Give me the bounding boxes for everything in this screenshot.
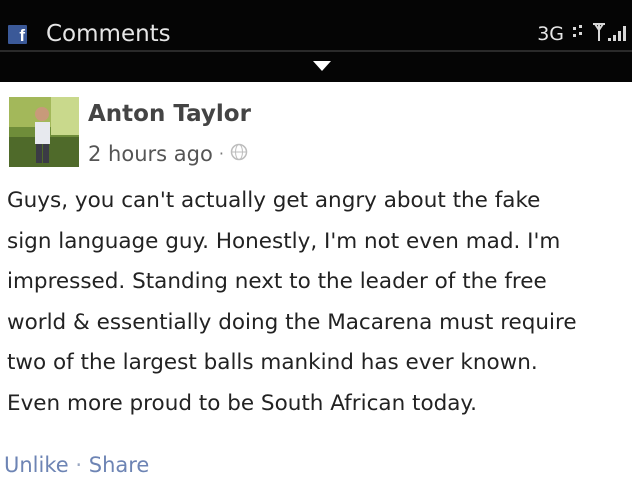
unlike-link[interactable]: Unlike: [4, 453, 69, 477]
data-transfer-icon: [572, 24, 584, 44]
post-meta: 2 hours ago ·: [88, 140, 248, 168]
share-link[interactable]: Share: [89, 453, 150, 477]
screen-title: Comments: [46, 21, 171, 47]
chevron-down-icon[interactable]: [313, 61, 331, 71]
avatar[interactable]: [9, 97, 79, 167]
meta-separator: ·: [218, 144, 224, 163]
signal-strength-icon: [592, 21, 630, 47]
status-area: 3G: [537, 20, 630, 48]
facebook-icon: f: [8, 25, 27, 44]
top-bar: f Comments 3G: [0, 0, 632, 82]
globe-icon: [230, 140, 248, 168]
action-separator: ·: [75, 453, 83, 477]
network-label: 3G: [537, 23, 564, 45]
header-divider: [0, 50, 632, 52]
post-author[interactable]: Anton Taylor: [88, 99, 251, 129]
post-actions: Unlike · Share: [4, 450, 149, 480]
post-timestamp[interactable]: 2 hours ago: [88, 140, 213, 168]
post-text: Guys, you can't actually get angry about…: [7, 188, 577, 416]
